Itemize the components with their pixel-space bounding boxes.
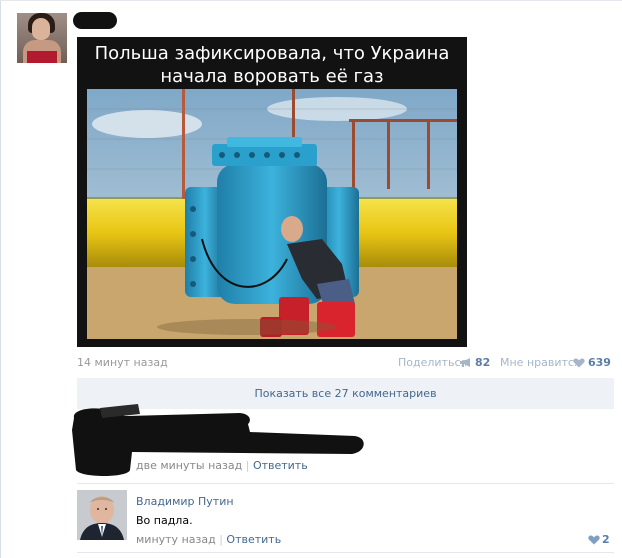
comment-1-separator: |	[245, 459, 250, 472]
comment-divider	[77, 483, 614, 484]
comment-2-meta: минуту назад | Ответить	[136, 533, 281, 546]
comment-2-like-count: 2	[602, 533, 610, 546]
comment-2-avatar[interactable]	[77, 490, 127, 540]
comment-1-timestamp[interactable]: две минуты назад	[136, 459, 242, 472]
comment-1-meta: две минуты назад | Ответить	[136, 459, 308, 472]
page-border-left	[0, 0, 1, 558]
redacted-author-name	[73, 12, 117, 29]
share-button[interactable]: Поделиться	[398, 356, 467, 369]
post-author-avatar[interactable]	[17, 13, 67, 63]
like-button[interactable]: Мне нравится	[500, 356, 581, 369]
post-image[interactable]: Польша зафиксировала, что Украина начала…	[77, 37, 467, 347]
megaphone-icon[interactable]	[459, 357, 473, 368]
meme-photo	[87, 89, 457, 339]
meme-caption-line1: Польша зафиксировала, что Украина	[94, 43, 450, 64]
comment-2-separator: |	[219, 533, 223, 546]
comment-2-reply-button[interactable]: Ответить	[226, 533, 281, 546]
comment-2-author[interactable]: Владимир Путин	[136, 495, 234, 508]
comment-1-reply-button[interactable]: Ответить	[253, 459, 308, 472]
comment-2-text: Во падла.	[136, 514, 193, 527]
comment-2-timestamp[interactable]: минуту назад	[136, 533, 216, 546]
show-all-comments-button[interactable]: Показать все 27 комментариев	[77, 378, 614, 409]
comment-divider-bottom	[77, 552, 614, 553]
meme-caption-line2: начала воровать её газ	[160, 66, 384, 87]
page-border-top	[0, 0, 622, 1]
share-count: 82	[475, 356, 491, 369]
meme-caption: Польша зафиксировала, что Украина начала…	[77, 42, 467, 88]
post-timestamp[interactable]: 14 минут назад	[77, 356, 168, 369]
heart-icon[interactable]	[573, 358, 585, 368]
like-count: 639	[588, 356, 611, 369]
heart-icon[interactable]	[588, 535, 600, 545]
